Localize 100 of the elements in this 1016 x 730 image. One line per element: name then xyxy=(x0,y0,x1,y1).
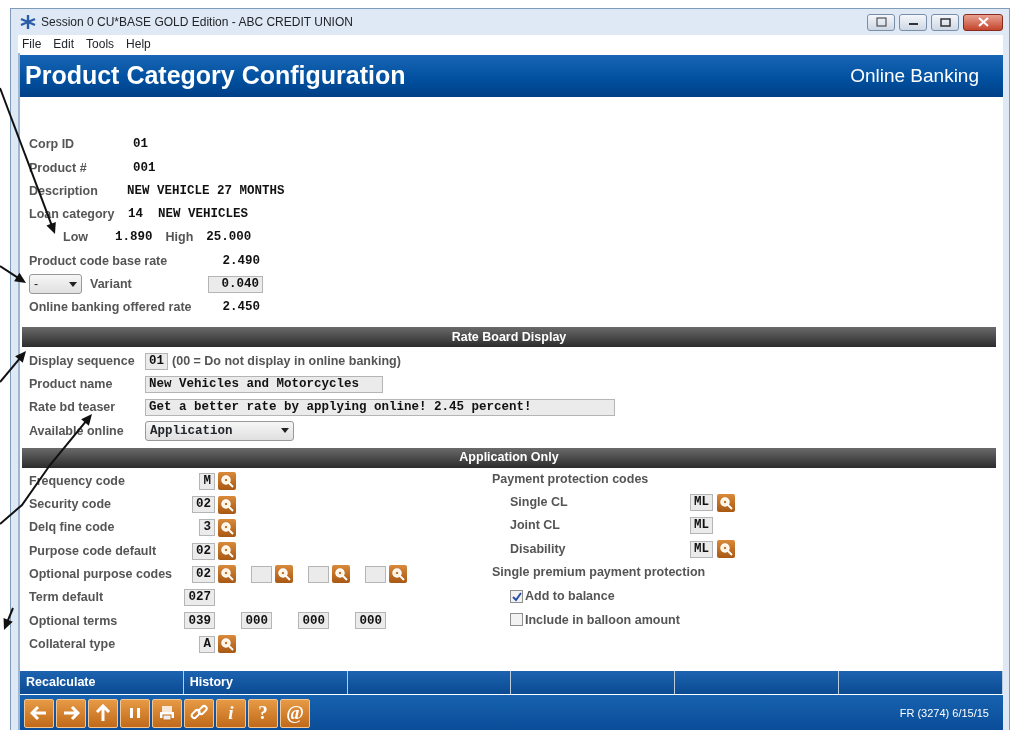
search-icon[interactable] xyxy=(717,493,735,512)
checkbox[interactable] xyxy=(510,590,523,604)
field-label: Single CL xyxy=(510,495,568,510)
caret-icon xyxy=(281,428,289,434)
close-button[interactable] xyxy=(963,13,1003,31)
section-header: Rate Board Display xyxy=(22,327,996,348)
up-icon xyxy=(94,704,112,722)
code-field[interactable]: 02 xyxy=(192,542,215,560)
field-label: High xyxy=(165,229,194,247)
restore-icon xyxy=(874,17,888,27)
search-icon[interactable] xyxy=(218,635,236,654)
callout-arrow xyxy=(3,607,14,630)
print-icon xyxy=(158,704,176,722)
field-value: 14 NEW VEHICLES xyxy=(128,206,249,224)
field-value: 2.450 xyxy=(221,299,260,317)
field-label: Corp ID xyxy=(29,136,76,154)
field-label: Variant xyxy=(90,276,133,294)
field-label: Collateral type xyxy=(29,635,117,653)
code-field[interactable]: 000 xyxy=(298,612,329,630)
field-label: Online banking offered rate xyxy=(29,299,193,317)
menu-item[interactable]: Edit xyxy=(53,35,75,53)
code-field[interactable]: M xyxy=(199,472,215,490)
availability-dropdown[interactable]: Application xyxy=(145,420,294,441)
menu-item[interactable]: File xyxy=(22,35,42,53)
field-value: 25.000 xyxy=(206,229,252,247)
search-icon[interactable] xyxy=(218,518,236,537)
field-label: Display sequence xyxy=(29,352,136,370)
field-label: Purpose code default xyxy=(29,542,158,560)
code-field[interactable]: 02 xyxy=(192,565,215,583)
code-field[interactable]: 039 xyxy=(184,612,215,630)
up-button[interactable] xyxy=(88,698,118,728)
menu-item[interactable]: Tools xyxy=(86,35,115,53)
field-label: Product name xyxy=(29,375,114,393)
code-field[interactable]: ML xyxy=(690,494,713,511)
search-icon[interactable] xyxy=(717,540,735,559)
search-icon[interactable] xyxy=(332,565,350,584)
code-field[interactable]: 027 xyxy=(184,589,215,607)
field-value: 1.890 xyxy=(115,229,153,247)
function-key[interactable]: History xyxy=(183,671,348,694)
search-icon[interactable] xyxy=(389,565,407,584)
field-value: 01 xyxy=(133,136,148,154)
variant-field[interactable]: 0.040 xyxy=(208,275,263,293)
field-label: Term default xyxy=(29,589,105,607)
header-subtitle: Online Banking xyxy=(850,63,979,88)
code-field[interactable] xyxy=(251,565,272,583)
field-value: 001 xyxy=(133,159,156,177)
close-icon xyxy=(976,17,990,27)
function-key[interactable]: Recalculate xyxy=(20,671,184,694)
callout-arrow xyxy=(0,265,26,283)
code-field[interactable]: 02 xyxy=(192,496,215,513)
maximize-icon xyxy=(938,17,952,27)
minimize-button[interactable] xyxy=(899,13,927,31)
field-label: Disability xyxy=(510,541,566,556)
print-button[interactable] xyxy=(152,698,182,728)
code-field[interactable]: 000 xyxy=(241,612,272,630)
window-title: Session 0 CU*BASE GOLD Edition - ABC CREDIT UNION xyxy=(41,14,353,31)
field-label: Optional terms xyxy=(29,612,119,630)
link-icon xyxy=(190,704,208,722)
back-icon xyxy=(30,704,48,722)
code-field[interactable]: 3 xyxy=(199,519,215,537)
checkbox[interactable] xyxy=(510,613,523,627)
field-label: Joint CL xyxy=(510,518,560,533)
caret-icon xyxy=(69,281,77,287)
field-label: Rate bd teaser xyxy=(29,399,117,417)
sequence-field[interactable]: 01 xyxy=(145,352,168,370)
section-header: Application Only xyxy=(22,447,996,468)
forward-button[interactable] xyxy=(56,698,86,728)
product-name-field[interactable]: New Vehicles and Motorcycles xyxy=(145,375,383,393)
field-value: 2.490 xyxy=(221,252,260,270)
menu-item[interactable]: Help xyxy=(126,35,151,53)
field-label: Optional purpose codes xyxy=(29,566,174,583)
back-button[interactable] xyxy=(24,698,54,728)
hint-text: (00 = Do not display in online banking) xyxy=(172,352,401,370)
app-icon xyxy=(20,14,36,30)
teaser-field[interactable]: Get a better rate by applying online! 2.45 percent! xyxy=(145,399,615,417)
field-label: Low xyxy=(63,229,89,247)
sign-dropdown[interactable]: - xyxy=(29,274,82,295)
code-field[interactable]: A xyxy=(199,635,215,653)
search-icon[interactable] xyxy=(218,565,236,584)
code-field[interactable]: ML xyxy=(690,517,713,535)
field-label: Single premium payment protection xyxy=(492,564,706,581)
pause-button[interactable] xyxy=(120,698,150,728)
code-field[interactable] xyxy=(365,565,386,583)
status-text: FR (3274) 6/15/15 xyxy=(899,705,990,721)
field-label: Include in balloon amount xyxy=(525,611,680,629)
link-button[interactable] xyxy=(184,698,214,728)
maximize-button[interactable] xyxy=(931,13,959,31)
search-icon[interactable] xyxy=(275,565,293,584)
field-label: Payment protection codes xyxy=(492,470,649,488)
search-icon[interactable] xyxy=(218,472,236,491)
search-icon[interactable] xyxy=(218,542,236,561)
code-field[interactable] xyxy=(308,565,329,583)
page-title: Product Category Configuration xyxy=(25,60,406,92)
search-icon[interactable] xyxy=(218,495,236,514)
code-field[interactable]: ML xyxy=(690,540,713,558)
code-field[interactable]: 000 xyxy=(355,612,386,630)
field-label: Add to balance xyxy=(525,588,615,606)
forward-icon xyxy=(62,704,80,722)
field-value: NEW VEHICLE 27 MONTHS xyxy=(127,182,285,200)
field-label: Delq fine code xyxy=(29,519,116,537)
